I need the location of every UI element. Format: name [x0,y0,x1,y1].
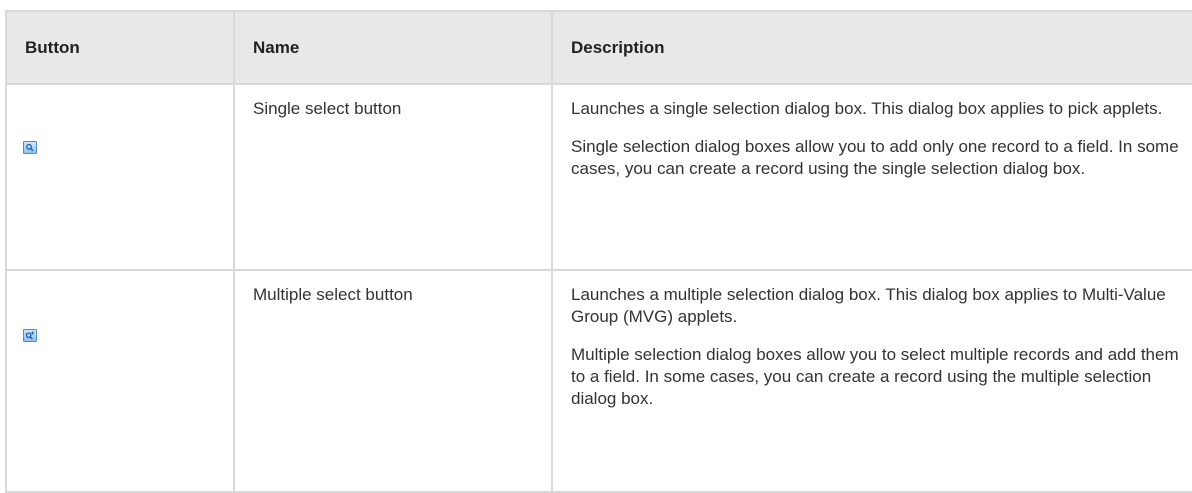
description-paragraph: Single selection dialog boxes allow you … [571,137,1179,178]
column-header-button: Button [5,10,235,85]
column-header-name: Name [233,10,553,85]
button-cell [5,83,235,271]
button-name: Single select button [253,99,402,118]
name-cell: Multiple select button [233,269,553,493]
description-paragraph: Launches a multiple selection dialog box… [571,285,1166,326]
table-row: Multiple select button Launches a multip… [5,269,1192,493]
name-cell: Single select button [233,83,553,271]
button-cell [5,269,235,493]
button-name: Multiple select button [253,285,413,304]
description-paragraph: Multiple selection dialog boxes allow yo… [571,345,1179,408]
description-cell: Launches a single selection dialog box. … [551,83,1192,271]
table-row: Single select button Launches a single s… [5,83,1192,271]
magnifier-plus-icon [23,329,37,342]
description-paragraph: Launches a single selection dialog box. … [571,99,1163,118]
table-header-row: Button Name Description [5,10,1192,85]
magnifier-icon [23,141,37,154]
buttons-reference-table: Button Name Description Single select bu… [5,10,1192,493]
column-header-description: Description [551,10,1192,85]
description-cell: Launches a multiple selection dialog box… [551,269,1192,493]
